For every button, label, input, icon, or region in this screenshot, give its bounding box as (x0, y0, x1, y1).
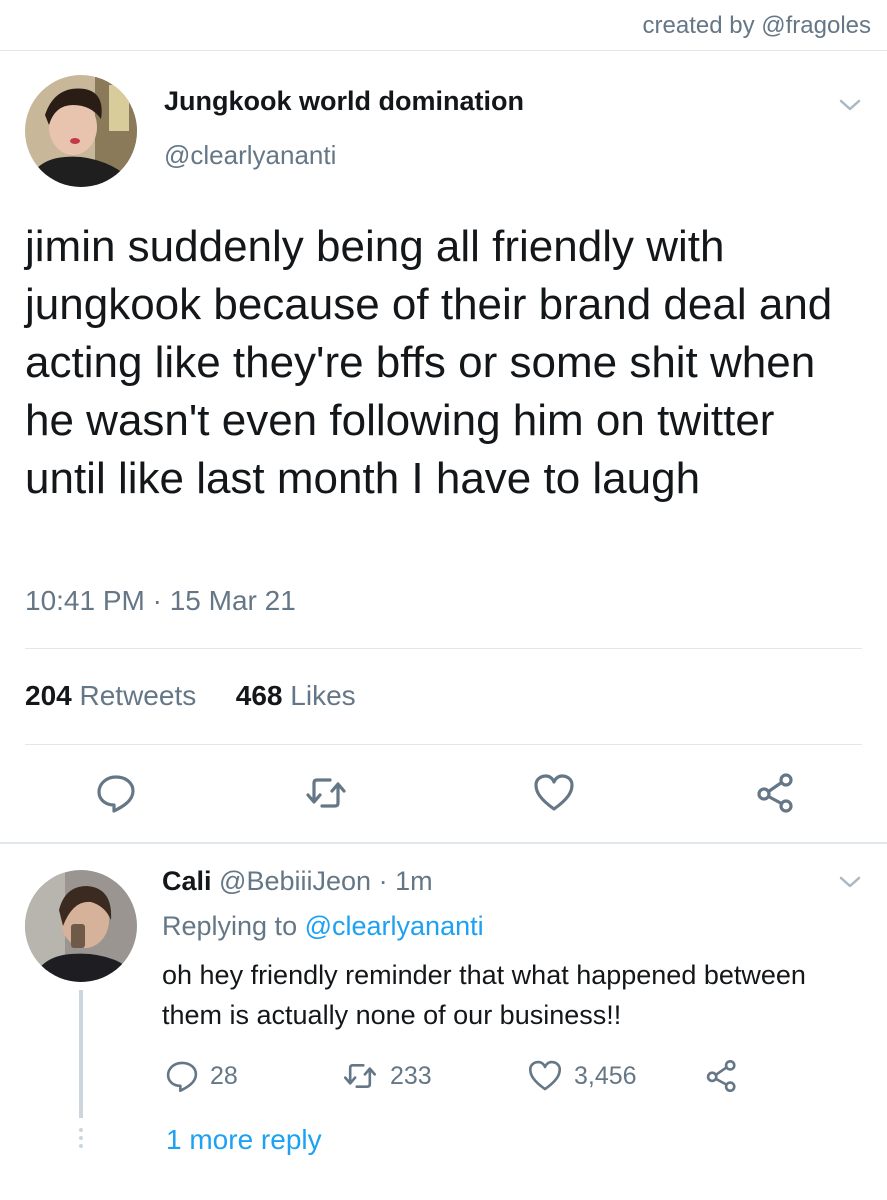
reply-text: oh hey friendly reminder that what happe… (162, 960, 806, 1030)
retweet-icon (343, 1064, 377, 1088)
tweet-text: jimin suddenly being all friendly with j… (25, 222, 833, 503)
reply-reply-button[interactable]: 28 (164, 1058, 238, 1094)
tweet-menu-chevron-icon[interactable] (838, 97, 862, 113)
thread-line (79, 990, 83, 1118)
credit-text: created by @fragoles (642, 12, 871, 39)
replying-to-link[interactable]: @clearlyananti (305, 911, 484, 941)
reply-author-avatar[interactable] (25, 870, 137, 982)
reply-count: 28 (210, 1061, 238, 1090)
divider (25, 648, 862, 649)
replying-prefix: Replying to (162, 911, 298, 941)
reply-separator: · (378, 866, 388, 896)
share-icon (706, 1059, 736, 1093)
like-icon (528, 1060, 562, 1091)
thread-dots (79, 1128, 83, 1152)
tweet-timestamp[interactable]: 10:41 PM · 15 Mar 21 (25, 585, 296, 617)
retweets-count: 204 (25, 680, 72, 711)
author-avatar[interactable] (25, 75, 137, 187)
reply-like-button[interactable]: 3,456 (526, 1058, 637, 1094)
section-divider (0, 842, 887, 844)
reply-icon[interactable] (94, 771, 138, 815)
share-icon[interactable] (754, 771, 798, 815)
likes-count: 468 (235, 680, 283, 711)
replying-to: Replying to @clearlyananti (162, 911, 484, 942)
likes-stat[interactable]: 468 Likes (236, 680, 356, 711)
more-replies-link[interactable]: 1 more reply (166, 1124, 322, 1156)
likes-label: Likes (290, 680, 356, 711)
author-display-name[interactable]: Jungkook world domination (164, 86, 524, 117)
reply-retweet-button[interactable]: 233 (340, 1058, 432, 1094)
reply-header: Cali @BebiiiJeon · 1m (162, 866, 433, 897)
like-icon[interactable] (532, 771, 576, 815)
reply-handle[interactable]: @BebiiiJeon (219, 866, 371, 896)
reply-menu-chevron-icon[interactable] (838, 874, 862, 890)
reply-time[interactable]: 1m (395, 866, 433, 896)
like-count: 3,456 (574, 1061, 637, 1090)
engagement-stats: 204 Retweets 468 Likes (25, 680, 356, 712)
retweets-stat[interactable]: 204 Retweets (25, 680, 196, 711)
reply-display-name[interactable]: Cali (162, 866, 212, 896)
author-handle[interactable]: @clearlyananti (164, 140, 336, 171)
retweet-count: 233 (390, 1061, 432, 1090)
reply-share-button[interactable] (704, 1058, 750, 1094)
top-divider (0, 50, 887, 51)
retweets-label: Retweets (79, 680, 197, 711)
divider (25, 744, 862, 745)
reply-icon (166, 1061, 198, 1093)
retweet-icon[interactable] (304, 771, 348, 815)
